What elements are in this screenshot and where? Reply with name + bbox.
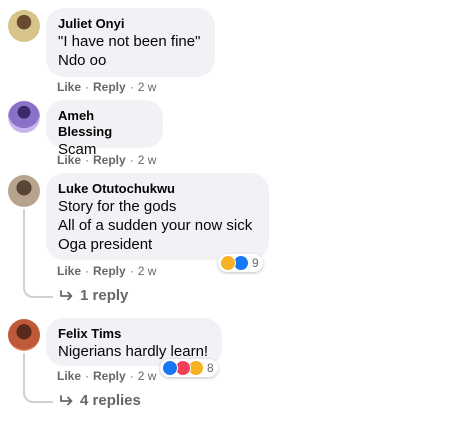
comment-text: "I have not been fine": [58, 33, 201, 50]
reply-button[interactable]: Reply: [93, 264, 126, 278]
reply-button[interactable]: Reply: [93, 153, 126, 167]
comment-text: Story for the gods: [58, 198, 177, 215]
avatar[interactable]: [8, 175, 40, 207]
view-replies-link[interactable]: 4 replies: [60, 392, 141, 409]
like-button[interactable]: Like: [57, 264, 81, 278]
commenter-name[interactable]: Luke Otutochukwu: [58, 181, 257, 197]
avatar[interactable]: [8, 101, 40, 133]
haha-icon: [220, 255, 236, 271]
like-button[interactable]: Like: [57, 153, 81, 167]
comment-actions: Like · Reply · 2 w: [57, 263, 156, 279]
reply-button[interactable]: Reply: [93, 369, 126, 383]
separator: ·: [129, 80, 134, 94]
commenter-name[interactable]: Felix Tims: [58, 326, 210, 342]
separator: ·: [129, 153, 134, 167]
comment-bubble: Juliet Onyi "I have not been fine" Ndo o…: [46, 8, 215, 77]
timestamp[interactable]: 2 w: [138, 80, 157, 94]
reaction-count: 9: [252, 256, 259, 270]
comment-text: Oga president: [58, 236, 153, 253]
timestamp[interactable]: 2 w: [138, 369, 157, 383]
replies-count-label: 1 reply: [80, 287, 129, 304]
timestamp[interactable]: 2 w: [138, 153, 157, 167]
reaction-summary[interactable]: 9: [218, 254, 263, 272]
comment-text: Ndo oo: [58, 52, 107, 69]
like-icon: [162, 360, 178, 376]
comment-actions: Like · Reply · 2 w: [57, 152, 156, 168]
like-button[interactable]: Like: [57, 80, 81, 94]
like-button[interactable]: Like: [57, 369, 81, 383]
view-replies-link[interactable]: 1 reply: [60, 287, 128, 304]
comment-bubble: Luke Otutochukwu Story for the gods All …: [46, 173, 269, 260]
separator: ·: [129, 264, 134, 278]
reply-button[interactable]: Reply: [93, 80, 126, 94]
avatar[interactable]: [8, 10, 40, 42]
avatar[interactable]: [8, 319, 40, 351]
commenter-name[interactable]: Ameh Blessing: [58, 108, 151, 140]
replies-count-label: 4 replies: [80, 392, 141, 409]
reply-arrow-icon: [60, 289, 73, 300]
reply-arrow-icon: [60, 394, 73, 405]
thread-line: [23, 353, 53, 403]
reaction-summary[interactable]: 8: [160, 359, 218, 377]
separator: ·: [85, 80, 90, 94]
separator: ·: [129, 369, 134, 383]
comment-actions: Like · Reply · 2 w: [57, 368, 156, 384]
comment-bubble: Ameh Blessing Scam: [46, 100, 163, 158]
commenter-name[interactable]: Juliet Onyi: [58, 16, 203, 32]
separator: ·: [85, 153, 90, 167]
comment-actions: Like · Reply · 2 w: [57, 79, 156, 95]
reaction-count: 8: [207, 361, 214, 375]
comment-text: All of a sudden your now sick: [58, 217, 253, 234]
separator: ·: [85, 264, 90, 278]
timestamp[interactable]: 2 w: [138, 264, 157, 278]
separator: ·: [85, 369, 90, 383]
